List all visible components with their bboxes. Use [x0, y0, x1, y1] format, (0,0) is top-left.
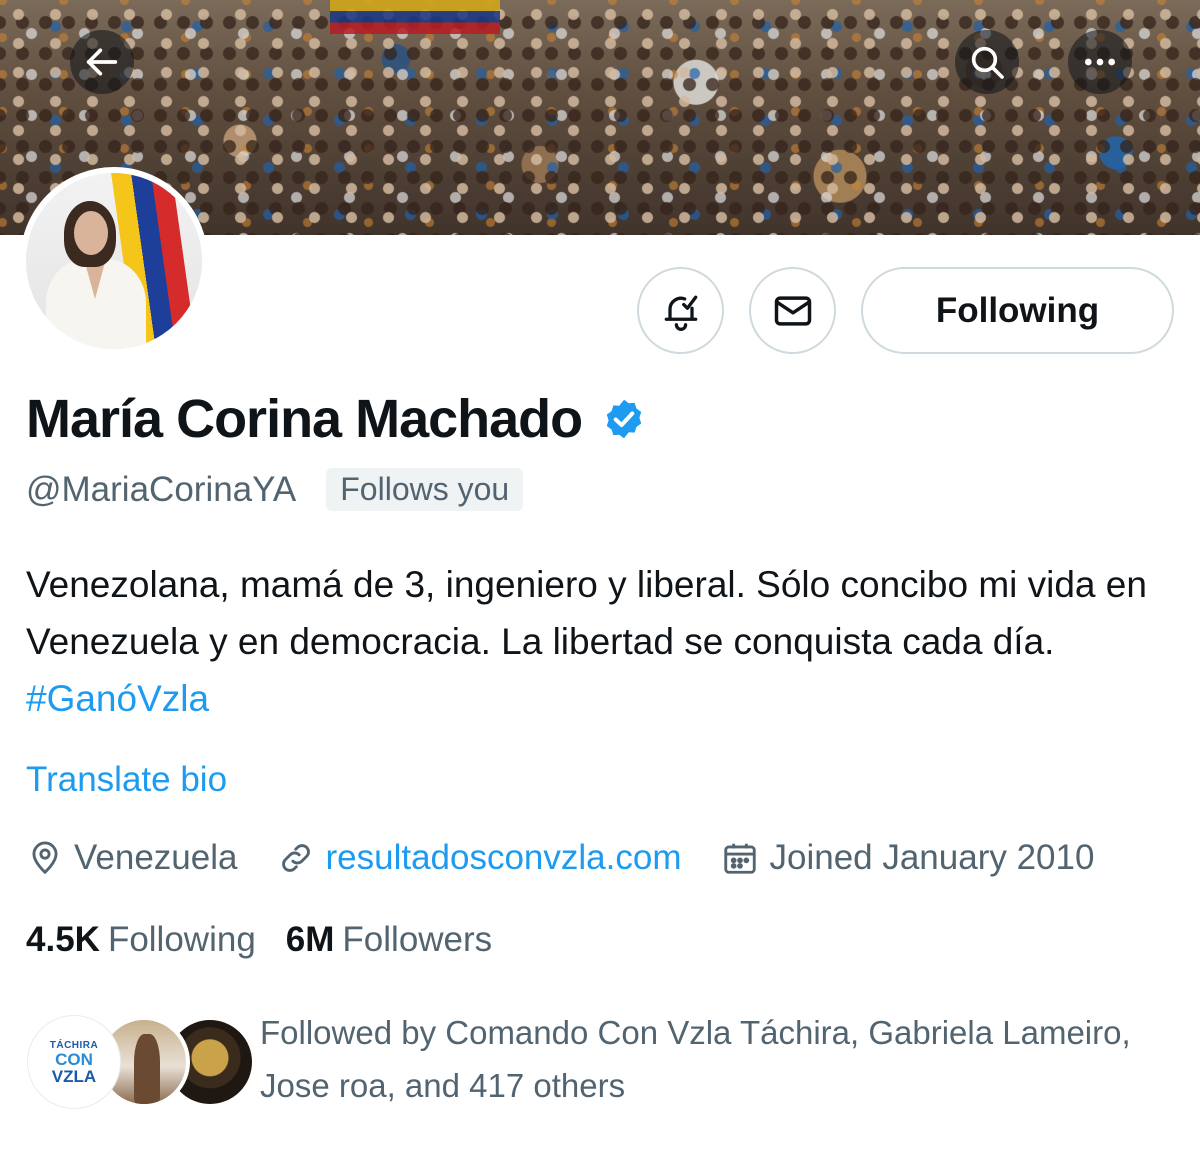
follow-counts: 4.5K Following 6M Followers — [26, 920, 522, 960]
location-pin-icon — [32, 841, 58, 875]
message-button[interactable] — [749, 267, 836, 354]
followers-count-link[interactable]: 6M Followers — [286, 920, 492, 960]
followers-count: 6M — [285, 920, 335, 959]
translate-bio-link[interactable]: Translate bio — [26, 760, 227, 800]
calendar-icon — [724, 843, 757, 874]
bell-check-icon — [664, 295, 697, 331]
avatar-comando-con-vzla: TÁCHIRA CON VZLA — [28, 1016, 120, 1108]
joined-text: Joined January 2010 — [769, 838, 1095, 877]
notifications-button[interactable] — [637, 267, 724, 354]
more-button[interactable] — [1068, 30, 1132, 94]
following-count: 4.5K — [26, 920, 100, 959]
more-horizontal-icon — [1085, 58, 1115, 66]
profile-bio: Venezolana, mamá de 3, ingeniero y liber… — [26, 556, 1176, 727]
followers-you-know-avatars[interactable]: TÁCHIRA CON VZLA — [28, 1016, 256, 1110]
user-handle: @MariaCorinaYA — [26, 469, 297, 509]
back-button[interactable] — [70, 30, 134, 94]
website-item[interactable]: resultadosconvzla.com — [277, 838, 681, 878]
link-icon — [282, 844, 311, 872]
arrow-left-icon — [86, 48, 118, 76]
follows-you-badge: Follows you — [326, 468, 524, 511]
website-link[interactable]: resultadosconvzla.com — [325, 838, 681, 878]
handle-row: @MariaCorinaYA Follows you — [26, 468, 524, 511]
verified-badge-icon[interactable] — [602, 397, 646, 441]
followed-by-text[interactable]: Followed by Comando Con Vzla Táchira, Ga… — [260, 1006, 1160, 1112]
followers-label: Followers — [342, 920, 493, 959]
profile-meta: Venezuela resultadosconvzla.com Joined J… — [26, 838, 1094, 878]
name-row: María Corina Machado — [26, 388, 646, 450]
following-label: Following — [107, 920, 256, 959]
search-icon — [971, 46, 1004, 79]
following-count-link[interactable]: 4.5K Following — [26, 920, 256, 960]
location-item: Venezuela — [26, 838, 237, 878]
profile-avatar[interactable] — [20, 167, 208, 355]
following-button[interactable]: Following — [861, 267, 1174, 354]
location-text: Venezuela — [74, 838, 238, 877]
bio-text: Venezolana, mamá de 3, ingeniero y liber… — [26, 564, 1147, 662]
search-button[interactable] — [955, 30, 1019, 94]
bio-hashtag-link[interactable]: #GanóVzla — [26, 678, 209, 719]
envelope-icon — [774, 295, 811, 326]
joined-item: Joined January 2010 — [721, 838, 1094, 878]
display-name: María Corina Machado — [26, 389, 583, 449]
